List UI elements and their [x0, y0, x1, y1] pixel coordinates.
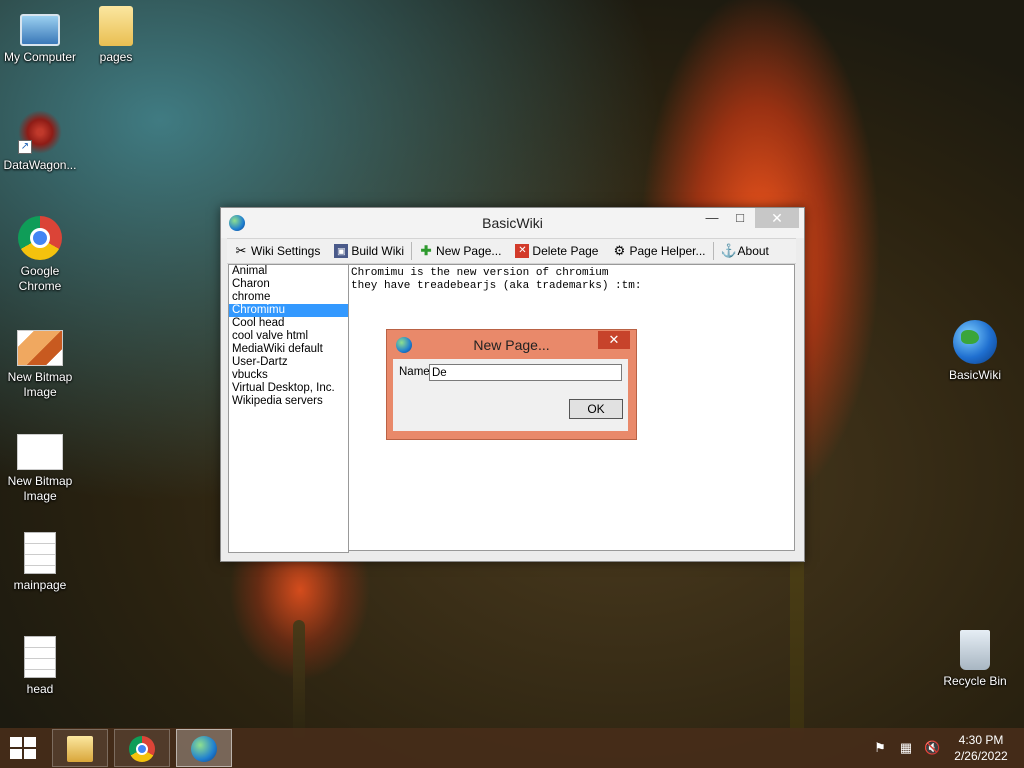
list-item[interactable]: User-Dartz [229, 356, 348, 369]
desktop-icon-basicwiki[interactable]: BasicWiki [935, 320, 1015, 383]
page-helper-icon: ⚙ [613, 243, 626, 258]
desktop-icon-new-bitmap-1[interactable]: New Bitmap Image [0, 324, 80, 400]
new-page-button[interactable]: ✚ New Page... [412, 240, 508, 262]
clock-time: 4:30 PM [958, 733, 1004, 747]
dialog-close-button[interactable]: ✕ [598, 331, 630, 349]
minimize-button[interactable]: — [699, 208, 725, 228]
about-button[interactable]: ⚓ About [714, 240, 776, 262]
taskbar-basicwiki[interactable] [176, 729, 232, 767]
recycle-bin-icon [960, 630, 990, 670]
delete-page-button[interactable]: ✕ Delete Page [508, 240, 605, 262]
build-wiki-button[interactable]: ▣ Build Wiki [327, 240, 411, 262]
close-button[interactable]: ✕ [755, 208, 799, 228]
windows-logo-icon [10, 749, 22, 759]
system-tray: ⚑ ▦ 🔇 [872, 740, 940, 756]
taskbar-chrome[interactable] [114, 729, 170, 767]
text-document-icon [24, 532, 56, 574]
datawagon-icon: ↗ [18, 110, 62, 154]
page-helper-label: Page Helper... [629, 244, 706, 258]
list-item[interactable]: Animal [229, 265, 348, 278]
ok-button[interactable]: OK [569, 399, 623, 419]
list-item[interactable]: cool valve html [229, 330, 348, 343]
page-list[interactable]: Animal Charon chrome Chromimu Cool head … [228, 264, 349, 553]
list-item-selected[interactable]: Chromimu [229, 304, 348, 317]
maximize-button[interactable]: □ [727, 208, 753, 228]
list-item[interactable]: MediaWiki default [229, 343, 348, 356]
list-item[interactable]: vbucks [229, 369, 348, 382]
list-item[interactable]: Charon [229, 278, 348, 291]
desktop-icon-recycle-bin[interactable]: Recycle Bin [935, 630, 1015, 689]
desktop-icon-label: mainpage [13, 578, 67, 592]
globe-icon [191, 736, 217, 762]
chrome-icon [129, 736, 155, 762]
wiki-settings-button[interactable]: ✂ Wiki Settings [227, 240, 327, 262]
desktop-icon-label: Google Chrome [18, 264, 62, 293]
plus-icon: ✚ [420, 243, 432, 258]
desktop-icon-label: pages [99, 50, 133, 64]
windows-logo-icon [10, 737, 22, 747]
desktop-icon-new-bitmap-2[interactable]: New Bitmap Image [0, 428, 80, 504]
desktop-icon-google-chrome[interactable]: Google Chrome [0, 216, 80, 294]
tools-icon: ✂ [235, 243, 247, 258]
bitmap-image-icon [17, 330, 63, 366]
volume-muted-icon[interactable]: 🔇 [924, 740, 940, 756]
desktop-icon-pages[interactable]: pages [76, 6, 156, 65]
toolbar: ✂ Wiki Settings ▣ Build Wiki ✚ New Page.… [227, 238, 796, 264]
chrome-icon [18, 216, 62, 260]
bitmap-image-icon [17, 434, 63, 470]
start-button[interactable] [10, 737, 38, 759]
taskbar: ⚑ ▦ 🔇 4:30 PM 2/26/2022 [0, 728, 1024, 768]
list-item[interactable]: chrome [229, 291, 348, 304]
new-page-label: New Page... [436, 244, 502, 258]
windows-logo-icon [24, 737, 36, 747]
desktop-icon-label: My Computer [3, 50, 77, 64]
save-disk-icon: ▣ [334, 244, 349, 258]
build-wiki-label: Build Wiki [351, 244, 405, 258]
anchor-icon: ⚓ [720, 243, 737, 258]
list-item[interactable]: Virtual Desktop, Inc. [229, 382, 348, 395]
text-document-icon [24, 636, 56, 678]
page-helper-button[interactable]: ⚙ Page Helper... [605, 240, 712, 262]
desktop-icon-label: New Bitmap Image [7, 474, 73, 503]
desktop-icon-label: DataWagon... [3, 158, 77, 172]
window-titlebar[interactable]: BasicWiki — □ ✕ [221, 208, 804, 238]
globe-icon [953, 320, 997, 364]
desktop-icon-head[interactable]: head [0, 636, 80, 697]
desktop-icon-label: BasicWiki [948, 368, 1001, 382]
file-explorer-icon [67, 736, 93, 762]
desktop-icon-label: Recycle Bin [943, 674, 1007, 688]
dialog-body: Name OK [393, 359, 628, 431]
action-center-flag-icon[interactable]: ⚑ [872, 740, 888, 756]
desktop-icon-my-computer[interactable]: My Computer [0, 6, 80, 65]
clock-date: 2/26/2022 [954, 749, 1008, 763]
delete-page-label: Delete Page [532, 244, 599, 258]
about-label: About [737, 244, 769, 258]
computer-icon [20, 14, 60, 46]
network-icon[interactable]: ▦ [898, 740, 914, 756]
editor-line: they have treadebearjs (aka trademarks) … [351, 280, 642, 292]
page-name-input[interactable] [429, 364, 622, 381]
list-item[interactable]: Cool head [229, 317, 348, 330]
folder-icon [99, 6, 133, 46]
wiki-settings-label: Wiki Settings [251, 244, 321, 258]
desktop-icon-label: head [26, 682, 54, 696]
shortcut-arrow-icon: ↗ [18, 140, 32, 154]
windows-logo-icon [24, 749, 36, 759]
clock[interactable]: 4:30 PM 2/26/2022 [948, 732, 1014, 764]
name-label: Name [399, 366, 430, 378]
taskbar-file-explorer[interactable] [52, 729, 108, 767]
desktop-icon-datawagon[interactable]: ↗ DataWagon... [0, 110, 80, 173]
new-page-dialog: New Page... ✕ Name OK [386, 329, 637, 440]
delete-x-icon: ✕ [515, 244, 530, 258]
editor-line: Chromimu is the new version of chromium [351, 267, 609, 279]
desktop-icon-mainpage[interactable]: mainpage [0, 532, 80, 593]
list-item[interactable]: Wikipedia servers [229, 395, 348, 408]
wallpaper-decoration [293, 620, 305, 740]
desktop-icon-label: New Bitmap Image [7, 370, 73, 399]
